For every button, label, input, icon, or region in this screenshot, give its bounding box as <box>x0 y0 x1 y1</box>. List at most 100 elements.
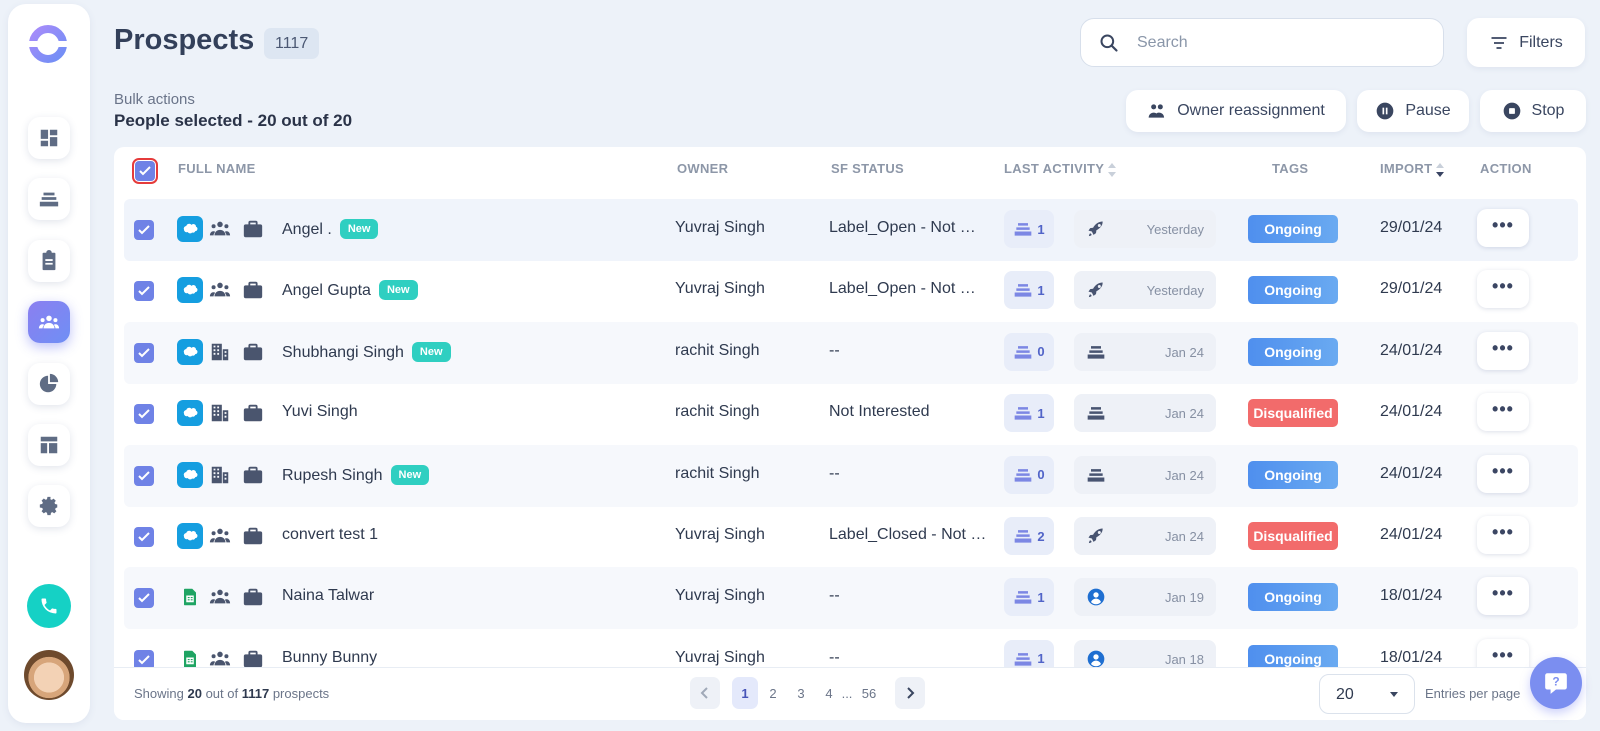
page-1[interactable]: 1 <box>732 677 758 709</box>
select-all-checkbox[interactable] <box>132 158 158 184</box>
templates-icon[interactable] <box>28 424 70 466</box>
sort-icon[interactable] <box>1108 162 1117 177</box>
new-badge: New <box>378 280 418 301</box>
column-import[interactable]: IMPORT <box>1380 161 1445 177</box>
row-actions-button[interactable]: ••• <box>1477 270 1529 309</box>
reports-icon[interactable] <box>28 363 70 405</box>
activity-count[interactable]: 0 <box>1004 332 1054 371</box>
prospect-name[interactable]: convert test 1 <box>282 526 378 544</box>
last-activity[interactable]: Yesterday <box>1074 210 1216 248</box>
table-row[interactable]: Rupesh Singh New rachit Singh -- 0 Jan 24 Ongo… <box>124 444 1578 507</box>
column-sf-status[interactable]: SF STATUS <box>831 161 904 176</box>
avatar[interactable] <box>24 650 74 700</box>
import-date: 18/01/24 <box>1380 587 1443 605</box>
more-icon: ••• <box>1492 399 1514 420</box>
table-row[interactable]: Naina Talwar Yuvraj Singh -- 1 Jan 19 Ongoing… <box>124 567 1578 630</box>
app-logo[interactable] <box>28 24 68 64</box>
table-row[interactable]: Angel . New Yuvraj Singh Label_Open - Not C… <box>124 199 1578 261</box>
prospect-name[interactable]: Angel . New <box>282 219 379 239</box>
briefcase-icon <box>242 586 264 608</box>
prospect-name[interactable]: Angel Gupta New <box>282 280 418 301</box>
sequence-icon <box>1015 652 1032 666</box>
last-activity[interactable]: Jan 24 <box>1074 332 1216 371</box>
chevron-right-icon <box>907 687 915 699</box>
company-icon <box>209 402 231 424</box>
last-activity[interactable]: Jan 18 <box>1074 639 1216 667</box>
dashboard-icon[interactable] <box>28 117 70 159</box>
table-row[interactable]: Shubhangi Singh New rachit Singh -- 0 Jan 24 O… <box>124 321 1578 384</box>
last-activity[interactable]: Jan 19 <box>1074 578 1216 617</box>
team-icon <box>209 586 231 608</box>
activity-count-value: 1 <box>1037 651 1045 667</box>
filters-button[interactable]: Filters <box>1467 18 1585 67</box>
row-checkbox[interactable] <box>134 281 154 302</box>
row-checkbox[interactable] <box>134 527 154 547</box>
sequence-icon <box>1015 530 1032 543</box>
row-checkbox[interactable] <box>134 465 154 486</box>
rocket-icon <box>1086 219 1106 239</box>
page-last[interactable]: 56 <box>857 677 881 709</box>
row-checkbox[interactable] <box>134 588 154 609</box>
prospect-name[interactable]: Shubhangi Singh New <box>282 341 451 362</box>
activity-count[interactable]: 2 <box>1004 517 1054 555</box>
search-box[interactable] <box>1080 18 1444 67</box>
prospect-name[interactable]: Naina Talwar <box>282 587 374 605</box>
prev-page-button[interactable] <box>690 677 720 709</box>
briefcase-icon <box>242 648 264 667</box>
activity-count[interactable]: 1 <box>1004 639 1054 667</box>
page-3[interactable]: 3 <box>794 677 808 709</box>
table-row[interactable]: Yuvi Singh rachit Singh Not Interested 1 Jan… <box>124 383 1578 445</box>
activity-count[interactable]: 1 <box>1004 394 1054 433</box>
row-actions-button[interactable]: ••• <box>1477 577 1529 616</box>
row-actions-button[interactable]: ••• <box>1477 516 1529 554</box>
page-2[interactable]: 2 <box>766 677 780 709</box>
prospect-name[interactable]: Rupesh Singh New <box>282 464 430 485</box>
row-actions-button[interactable]: ••• <box>1477 454 1529 493</box>
row-actions-button[interactable]: ••• <box>1477 393 1529 432</box>
column-full-name[interactable]: FULL NAME <box>178 161 256 176</box>
row-actions-button[interactable]: ••• <box>1477 331 1529 370</box>
last-activity[interactable]: Jan 24 <box>1074 517 1216 555</box>
stop-button[interactable]: Stop <box>1480 90 1586 132</box>
salesforce-icon <box>177 277 203 304</box>
last-activity[interactable]: Yesterday <box>1074 271 1216 310</box>
table-row[interactable]: Angel Gupta New Yuvraj Singh Label_Open - N… <box>124 260 1578 322</box>
activity-count[interactable]: 1 <box>1004 578 1054 617</box>
owner-cell: rachit Singh <box>675 464 760 482</box>
activity-count[interactable]: 0 <box>1004 455 1054 494</box>
row-actions-button[interactable]: ••• <box>1477 209 1529 247</box>
page-4[interactable]: 4 <box>822 677 836 709</box>
activity-count[interactable]: 1 <box>1004 271 1054 310</box>
row-checkbox[interactable] <box>134 342 154 363</box>
row-actions-button[interactable]: ••• <box>1477 638 1529 667</box>
entries-per-page-select[interactable]: 20 <box>1319 674 1415 714</box>
settings-icon[interactable] <box>28 485 70 527</box>
sequences-icon[interactable] <box>28 178 70 220</box>
row-checkbox[interactable] <box>134 220 154 240</box>
owner-reassignment-button[interactable]: Owner reassignment <box>1126 90 1346 132</box>
sort-desc-icon[interactable] <box>1436 162 1445 177</box>
import-date: 24/01/24 <box>1380 403 1443 421</box>
last-activity[interactable]: Jan 24 <box>1074 455 1216 494</box>
row-checkbox[interactable] <box>134 649 154 667</box>
table-row[interactable]: convert test 1 Yuvraj Singh Label_Closed -… <box>124 506 1578 568</box>
row-checkbox[interactable] <box>134 404 154 425</box>
next-page-button[interactable] <box>895 677 925 709</box>
prospect-name[interactable]: Yuvi Singh <box>282 403 358 421</box>
activity-count[interactable]: 1 <box>1004 210 1054 248</box>
help-chat-button[interactable]: ? <box>1530 657 1582 709</box>
phone-icon[interactable] <box>27 584 71 628</box>
import-date: 29/01/24 <box>1380 280 1443 298</box>
pause-button[interactable]: Pause <box>1357 90 1469 132</box>
search-input[interactable] <box>1137 31 1427 55</box>
salesforce-icon <box>177 523 203 549</box>
column-owner[interactable]: OWNER <box>677 161 728 176</box>
column-last-activity[interactable]: LAST ACTIVITY <box>1004 161 1117 177</box>
prospect-name[interactable]: Bunny Bunny <box>282 649 377 667</box>
table-row[interactable]: Bunny Bunny Yuvraj Singh -- 1 Jan 18 Ongoing 1… <box>124 629 1578 667</box>
last-activity[interactable]: Jan 24 <box>1074 394 1216 433</box>
table-footer: Showing 20 out of 1117 prospects 1 2 3 4… <box>114 667 1586 720</box>
prospects-icon[interactable] <box>28 301 70 343</box>
column-tags[interactable]: TAGS <box>1272 161 1308 176</box>
tasks-icon[interactable] <box>28 240 70 282</box>
